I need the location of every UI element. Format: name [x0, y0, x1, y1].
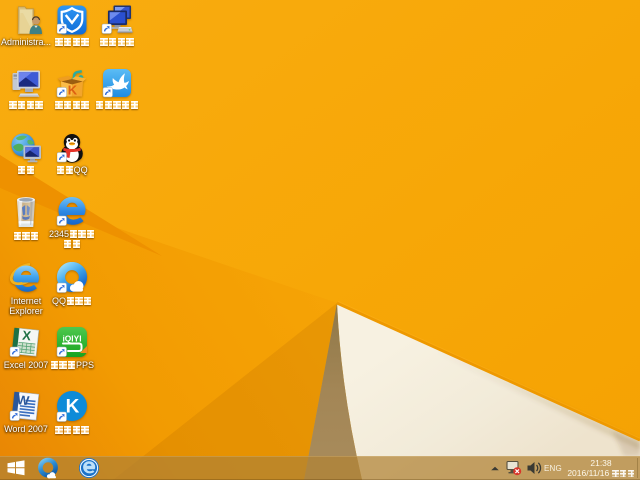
svg-text:iQIYI: iQIYI — [62, 334, 81, 344]
svg-text:W: W — [16, 392, 30, 408]
svg-text:K: K — [66, 397, 80, 418]
svg-text:K: K — [68, 83, 78, 98]
